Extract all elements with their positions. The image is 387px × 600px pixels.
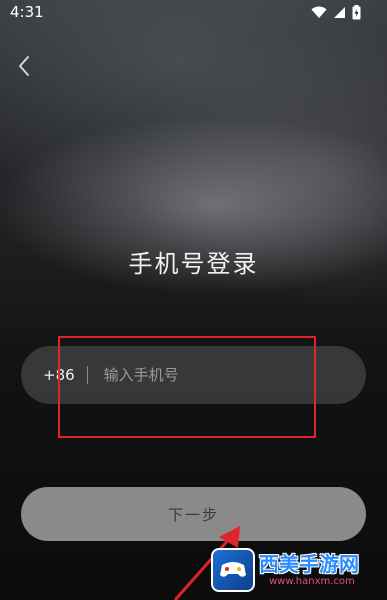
field-divider: [86, 366, 88, 384]
status-bar: 4:31: [0, 0, 387, 24]
watermark-logo-icon: [211, 548, 255, 592]
watermark-name: 西美手游网: [259, 552, 359, 576]
phone-number-input[interactable]: [101, 365, 316, 385]
status-icons: [311, 5, 361, 20]
signal-icon: [334, 7, 345, 18]
status-time: 4:31: [10, 3, 44, 21]
login-screen: 4:31 手机号登录 +86 下一步: [0, 0, 387, 600]
back-button[interactable]: [10, 52, 38, 80]
watermark: 西美手游网 www.hanxm.com: [211, 546, 381, 594]
chevron-left-icon: [19, 56, 29, 76]
watermark-text: 西美手游网 www.hanxm.com: [259, 552, 359, 588]
wifi-icon: [311, 6, 327, 18]
watermark-url: www.hanxm.com: [269, 576, 355, 587]
country-code-selector[interactable]: +86: [43, 366, 75, 384]
battery-icon: [352, 5, 361, 20]
phone-field[interactable]: +86: [21, 346, 366, 404]
next-step-button[interactable]: 下一步: [21, 487, 366, 541]
page-title: 手机号登录: [128, 250, 259, 278]
